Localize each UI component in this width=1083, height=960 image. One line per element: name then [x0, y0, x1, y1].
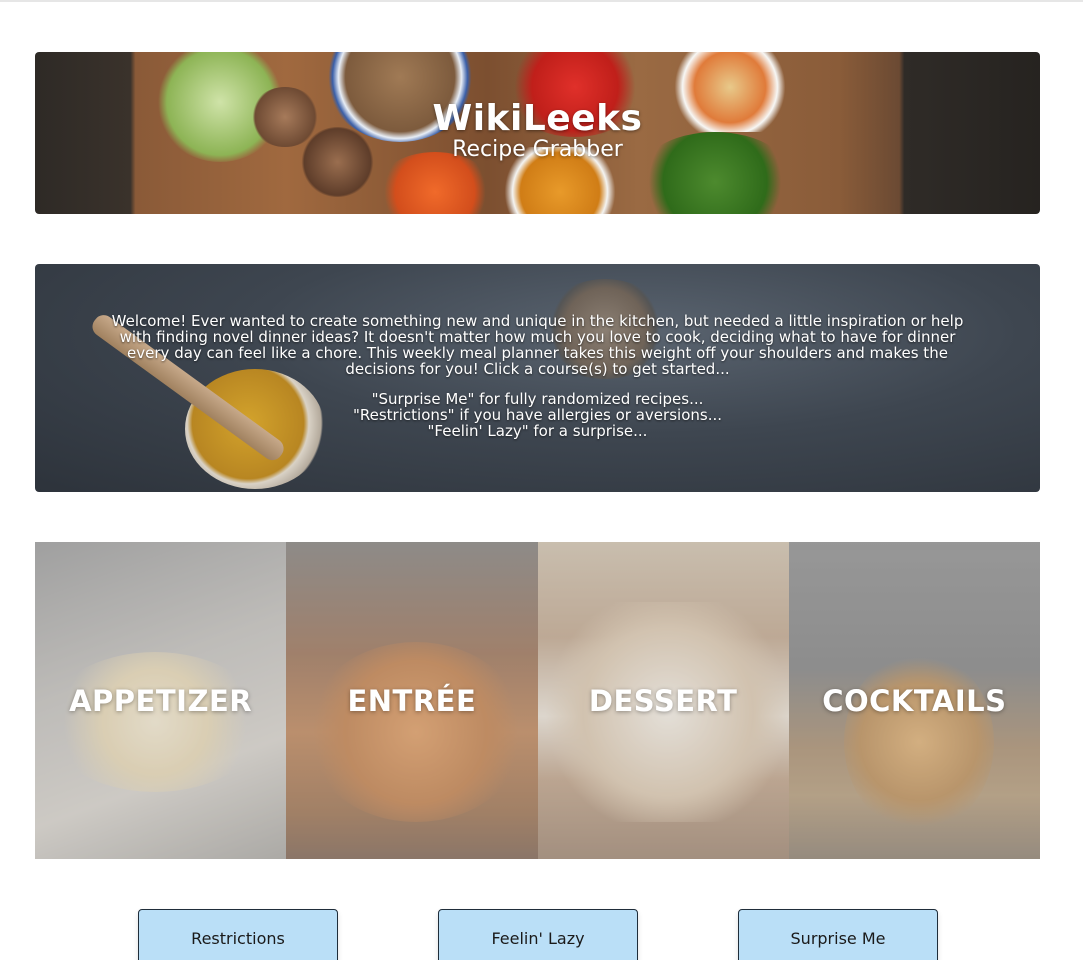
- feelin-lazy-button[interactable]: Feelin' Lazy: [438, 909, 638, 960]
- course-tile-dessert[interactable]: DESSERT: [537, 542, 789, 859]
- hero-banner: WikiLeeks Recipe Grabber: [35, 52, 1040, 214]
- intro-line: decisions for you! Click a course(s) to …: [345, 360, 730, 378]
- course-tile-entree[interactable]: ENTRÉE: [286, 542, 538, 859]
- hint-line: "Restrictions" if you have allergies or …: [352, 406, 722, 424]
- course-tile-appetizer[interactable]: APPETIZER: [35, 542, 287, 859]
- hero-title-block: WikiLeeks Recipe Grabber: [35, 100, 1040, 162]
- intro-text: Welcome! Ever wanted to create something…: [80, 313, 995, 453]
- intro-panel: Welcome! Ever wanted to create something…: [35, 264, 1040, 492]
- top-divider: [0, 0, 1083, 2]
- surprise-me-button[interactable]: Surprise Me: [738, 909, 938, 960]
- site-subtitle: Recipe Grabber: [452, 137, 623, 162]
- hint-line: "Feelin' Lazy" for a surprise...: [427, 422, 648, 440]
- course-tile-cocktails[interactable]: COCKTAILS: [788, 542, 1040, 859]
- hint-line: "Surprise Me" for fully randomized recip…: [371, 390, 704, 408]
- course-grid: APPETIZER ENTRÉE DESSERT COCKTAILS: [35, 542, 1040, 859]
- intro-line: every day can feel like a chore. This we…: [127, 344, 948, 362]
- course-label-entree: ENTRÉE: [347, 683, 477, 718]
- course-label-appetizer: APPETIZER: [69, 683, 253, 718]
- site-title: WikiLeeks: [432, 98, 643, 139]
- intro-paragraph: Welcome! Ever wanted to create something…: [80, 313, 995, 377]
- course-label-dessert: DESSERT: [588, 683, 738, 718]
- restrictions-button[interactable]: Restrictions: [138, 909, 338, 960]
- intro-line: Welcome! Ever wanted to create something…: [111, 312, 964, 330]
- intro-line: with finding novel dinner ideas? It does…: [119, 328, 956, 346]
- intro-hints: "Surprise Me" for fully randomized recip…: [80, 391, 995, 439]
- course-label-cocktails: COCKTAILS: [822, 683, 1007, 718]
